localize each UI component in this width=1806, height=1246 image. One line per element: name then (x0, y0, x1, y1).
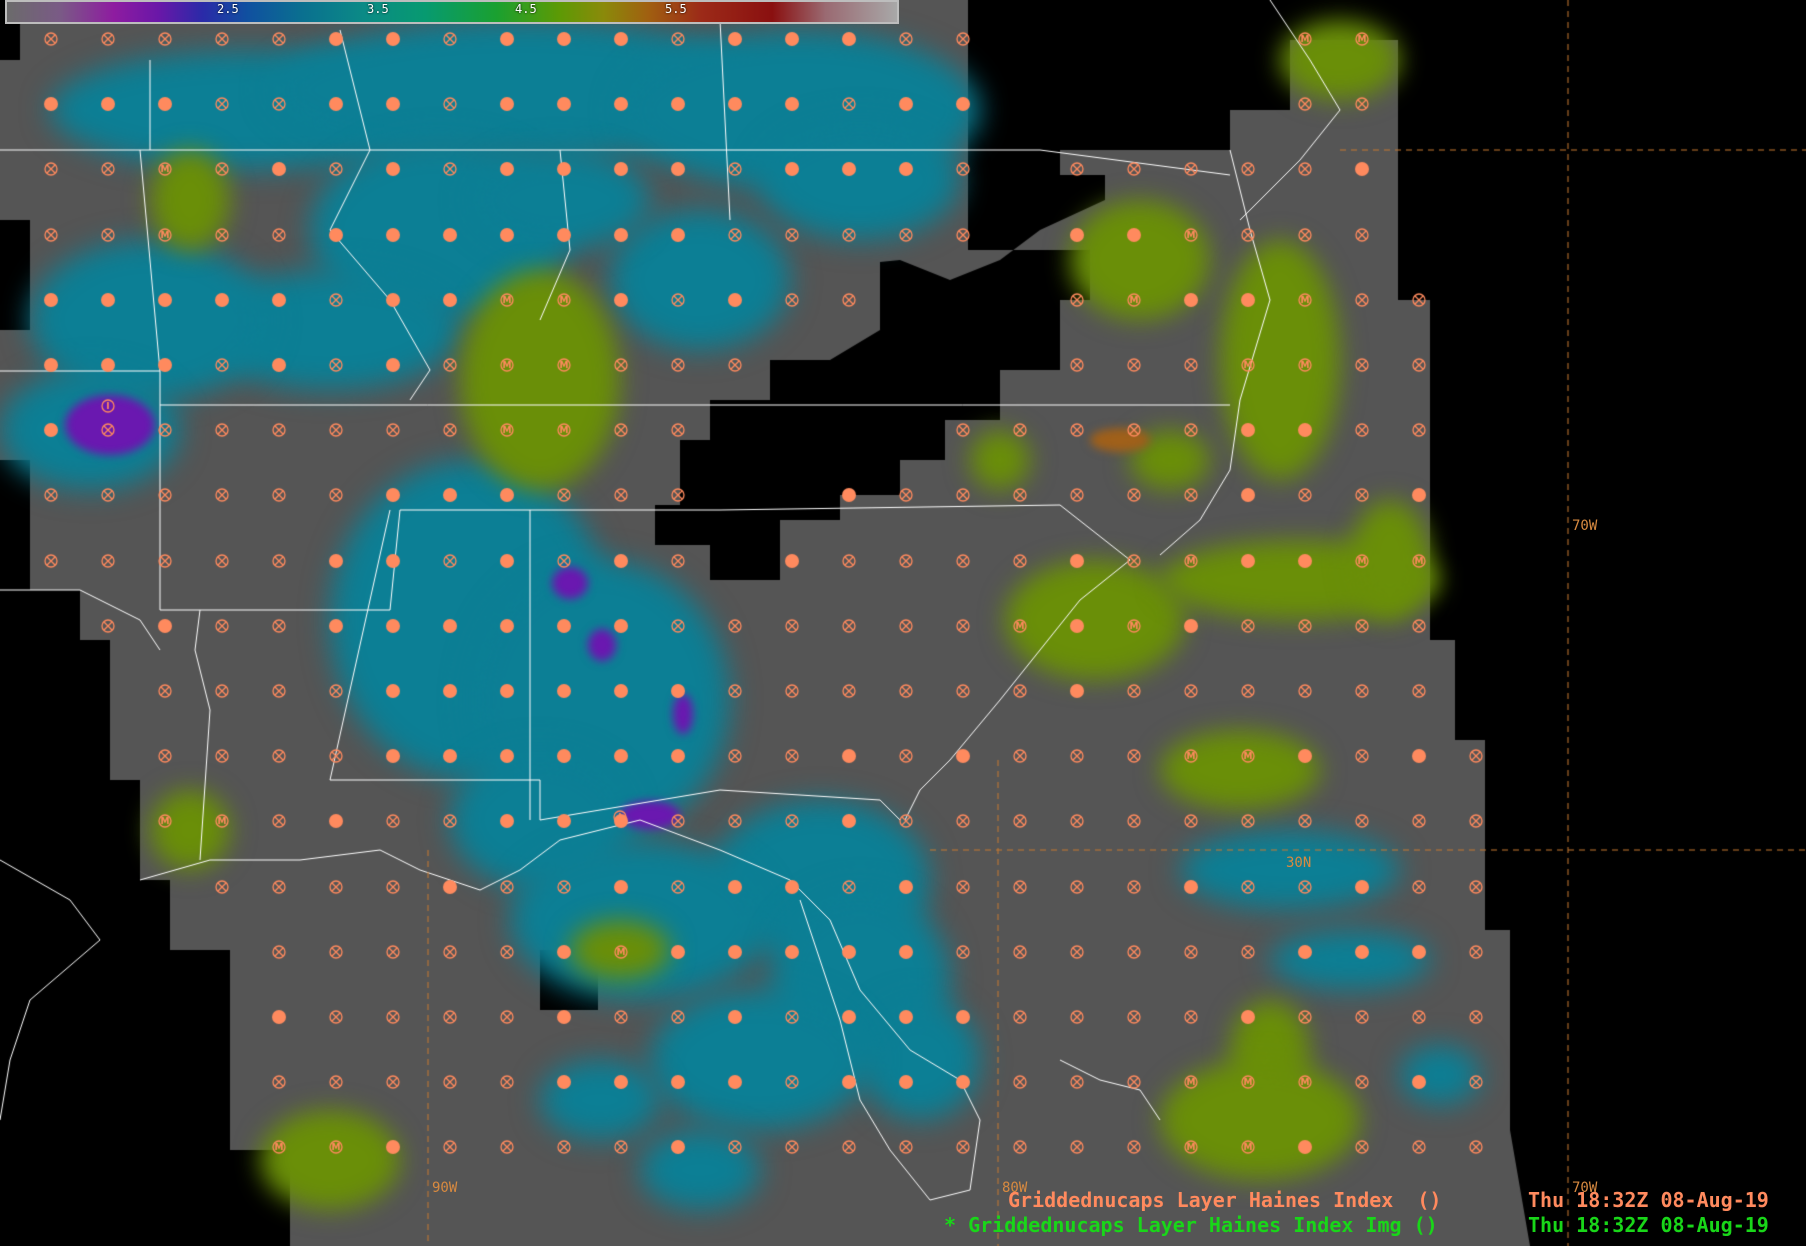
colorbar-tick: 5.5 (665, 2, 687, 16)
status-time-2: Thu 18:32Z 08-Aug-19 (1528, 1213, 1769, 1237)
haines-colorbar: 2.5 3.5 4.5 5.5 (5, 0, 899, 24)
status-time: Thu 18:32Z 08-Aug-19 (1528, 1213, 1769, 1237)
status-label: * Griddednucaps Layer Haines Index Img (… (944, 1213, 1438, 1237)
colorbar-tick: 3.5 (367, 2, 389, 16)
lon-label: 90W (432, 1180, 458, 1196)
lon-label: 70W (1572, 518, 1598, 534)
haines-index-map[interactable] (0, 0, 1806, 1246)
status-label: Griddednucaps Layer Haines Index () (1008, 1188, 1442, 1212)
lat-label: 30N (1286, 855, 1312, 871)
status-time-1: Thu 18:32Z 08-Aug-19 (1528, 1188, 1769, 1212)
status-line-2: * Griddednucaps Layer Haines Index Img (… (944, 1213, 1438, 1237)
colorbar-tick: 4.5 (515, 2, 537, 16)
colorbar-tick: 2.5 (217, 2, 239, 16)
status-line-1: Griddednucaps Layer Haines Index () (1008, 1188, 1441, 1212)
status-time: Thu 18:32Z 08-Aug-19 (1528, 1188, 1769, 1212)
